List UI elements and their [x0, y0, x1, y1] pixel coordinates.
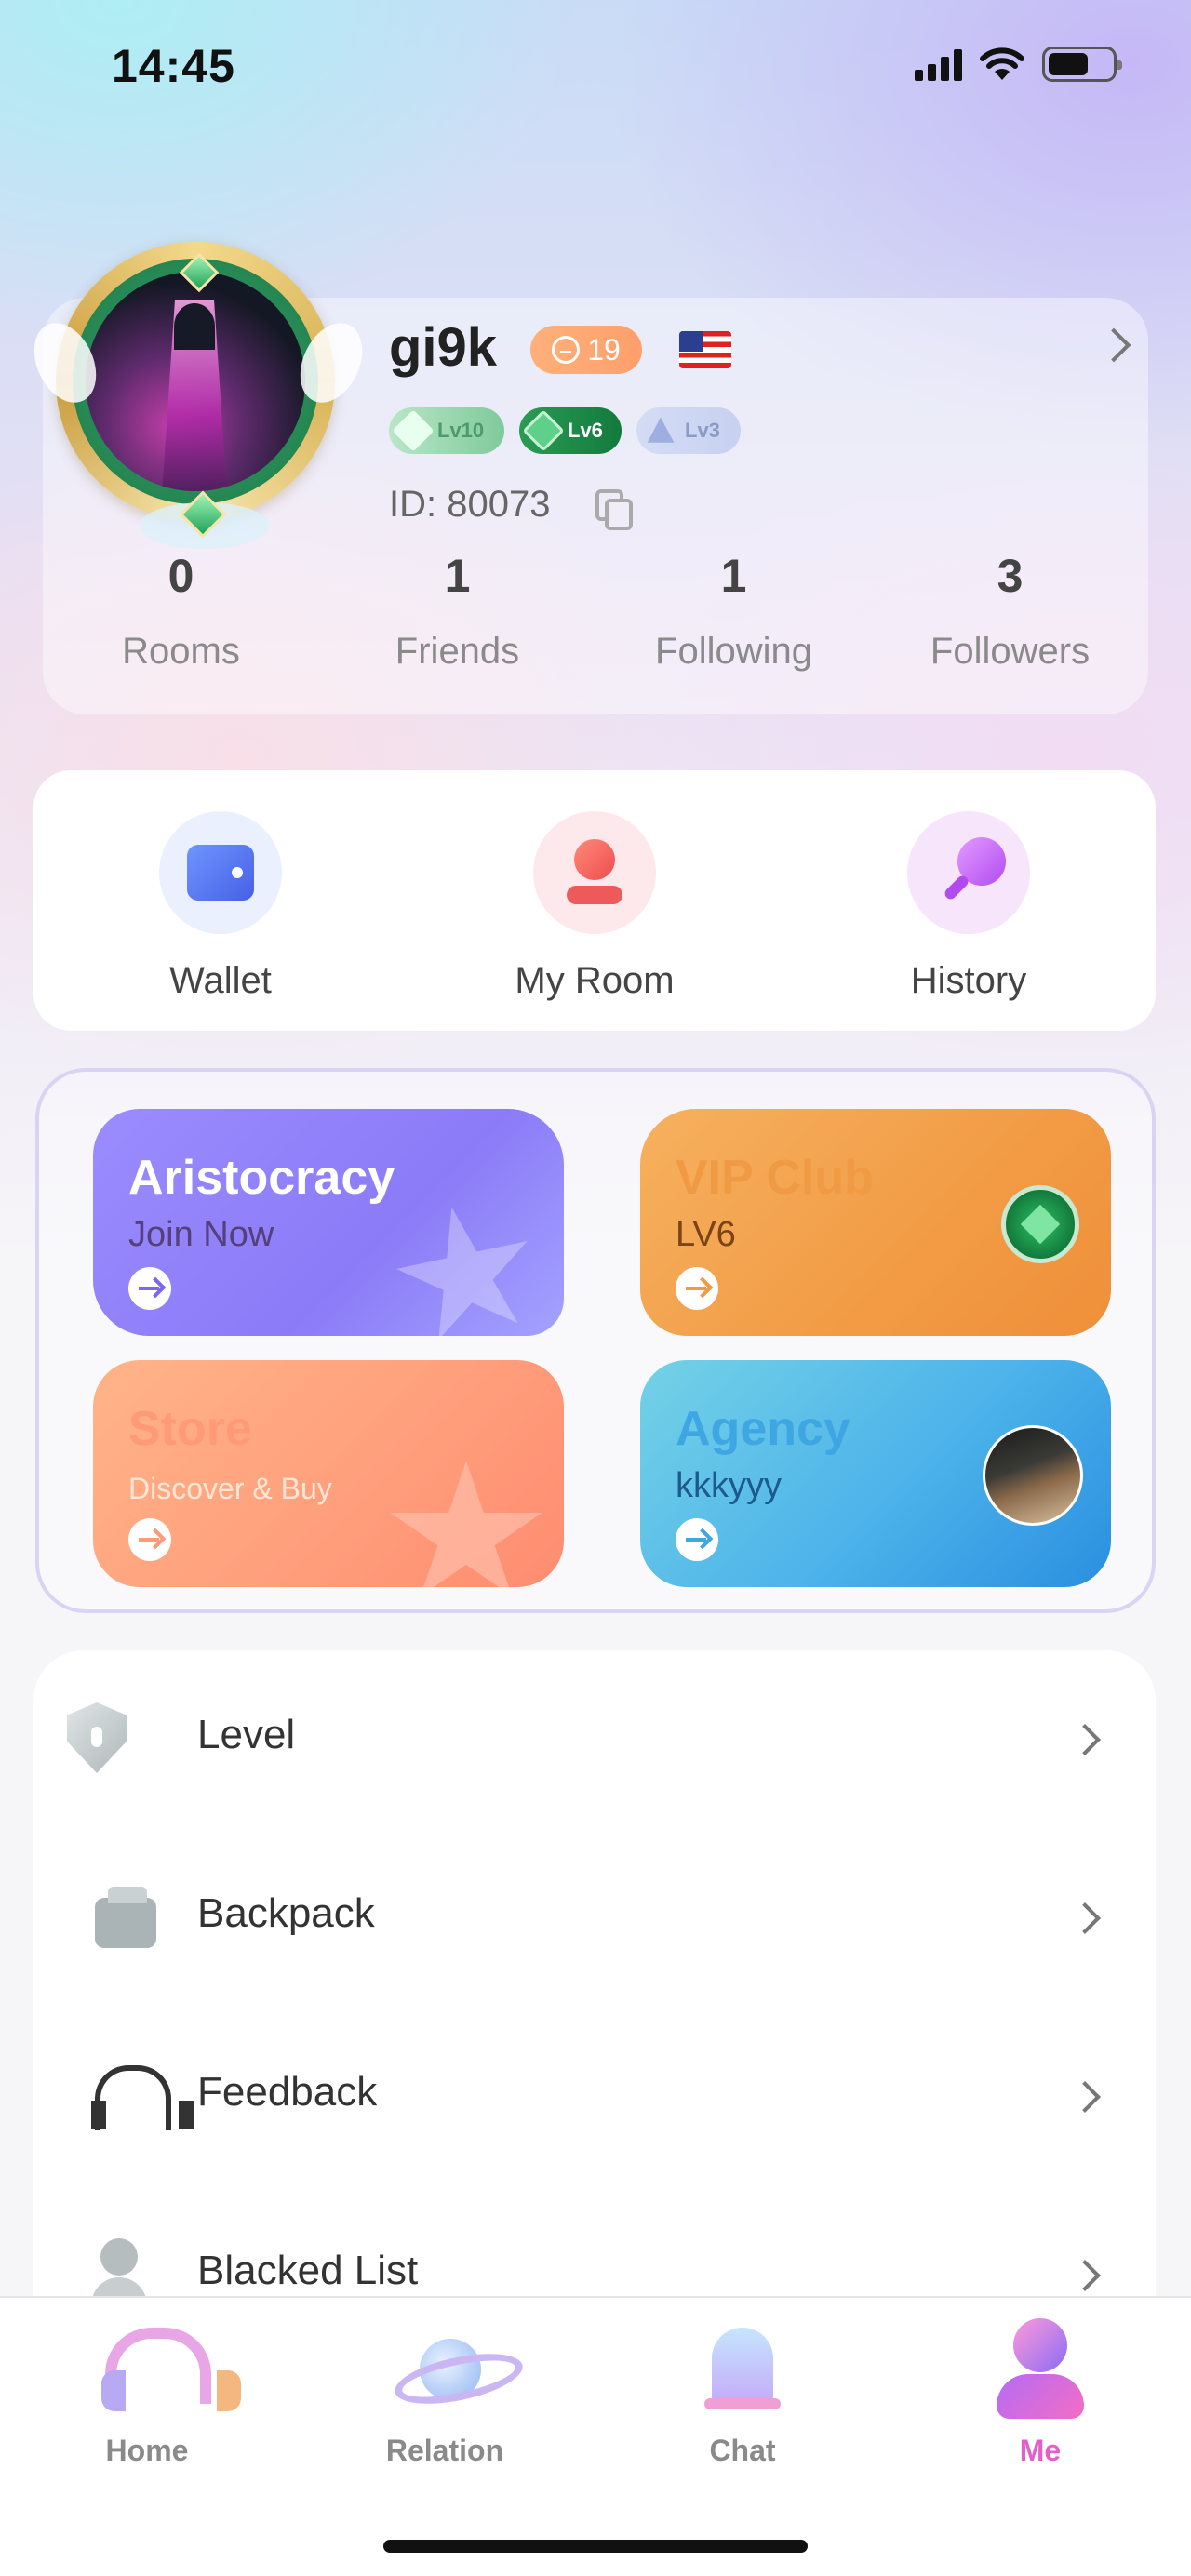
- status-time: 14:45: [112, 40, 235, 92]
- arrow-right-icon: [676, 1267, 718, 1310]
- avatar-photo-arch: [174, 303, 215, 350]
- tab-me[interactable]: Me: [947, 2318, 1133, 2468]
- stat-value: 0: [167, 550, 194, 602]
- agency-avatar: [983, 1425, 1083, 1526]
- aristocracy-title: Aristocracy: [128, 1151, 395, 1205]
- signal-icon: [915, 47, 962, 81]
- headphones-icon: [96, 2318, 241, 2421]
- stat-label: Friends: [395, 631, 520, 672]
- star-mascot-icon: [390, 1461, 542, 1587]
- charm-level-label: Lv3: [685, 419, 720, 442]
- aristocracy-subtitle: Join Now: [128, 1215, 274, 1254]
- tab-label: Home: [105, 2434, 189, 2467]
- wallet-label: Wallet: [169, 960, 272, 1001]
- level-badges: Lv10 Lv6 Lv3: [389, 407, 741, 454]
- menu-item-feedback[interactable]: Feedback: [33, 2008, 1156, 2186]
- menu-item-backpack[interactable]: Backpack: [33, 1829, 1156, 2008]
- stat-friends[interactable]: 1 Friends: [319, 549, 596, 673]
- stat-label: Followers: [930, 631, 1091, 672]
- user-icon: [989, 2318, 1091, 2421]
- wifi-icon: [980, 47, 1024, 80]
- wallet-icon: [159, 811, 282, 934]
- menu-item-label: Feedback: [197, 2069, 378, 2115]
- vip-level-badge: Lv6: [519, 407, 622, 454]
- home-indicator[interactable]: [383, 2540, 808, 2553]
- tab-home[interactable]: Home: [54, 2318, 241, 2468]
- tab-relation[interactable]: Relation: [352, 2318, 538, 2468]
- profile-stats: 0 Rooms 1 Friends 1 Following 3 Follower…: [43, 549, 1148, 673]
- quick-actions-card: Wallet My Room History: [33, 770, 1156, 1031]
- tab-chat[interactable]: Chat: [649, 2318, 836, 2468]
- tab-label: Relation: [385, 2434, 504, 2467]
- shield-keyhole: [91, 1727, 102, 1747]
- store-title: Store: [128, 1402, 252, 1456]
- stat-value: 1: [720, 550, 747, 602]
- stat-value: 3: [997, 550, 1024, 602]
- store-card[interactable]: Store Discover & Buy: [93, 1360, 564, 1587]
- arrow-right-icon: [128, 1518, 171, 1561]
- settings-menu: Level Backpack Feedback Blacked List: [33, 1650, 1156, 2339]
- bell-icon: [691, 2318, 794, 2421]
- stat-followers[interactable]: 3 Followers: [872, 549, 1148, 673]
- history-icon: [907, 811, 1030, 934]
- my-room-button[interactable]: My Room: [408, 770, 782, 1031]
- vip-club-card[interactable]: VIP Club LV6: [640, 1109, 1111, 1336]
- stat-rooms[interactable]: 0 Rooms: [43, 549, 319, 673]
- status-icons: [915, 47, 1122, 82]
- chevron-right-icon: [1069, 1724, 1101, 1755]
- us-flag-icon: [679, 331, 731, 368]
- my-room-icon: [533, 811, 656, 934]
- username: gi9k: [389, 317, 498, 378]
- tab-label: Chat: [709, 2434, 776, 2467]
- chevron-right-icon: [1069, 2081, 1101, 2113]
- aristocracy-card[interactable]: Aristocracy Join Now: [93, 1109, 564, 1336]
- arrow-right-icon: [676, 1518, 718, 1561]
- triangle-icon: [647, 417, 675, 443]
- stat-label: Rooms: [122, 631, 240, 672]
- planet-icon: [394, 2318, 496, 2421]
- vip-club-subtitle: LV6: [676, 1215, 736, 1254]
- copy-icon[interactable]: [596, 489, 636, 530]
- menu-item-label: Level: [197, 1712, 296, 1757]
- vip-level-label: Lv6: [568, 419, 603, 442]
- arrow-right-icon: [128, 1267, 171, 1310]
- emerald-icon: [522, 409, 565, 452]
- history-label: History: [910, 960, 1027, 1001]
- backpack-icon: [91, 1881, 162, 1952]
- history-button[interactable]: History: [782, 770, 1156, 1031]
- store-subtitle: Discover & Buy: [128, 1472, 332, 1505]
- wealth-level-badge: Lv10: [389, 407, 504, 454]
- diamond-icon: [392, 409, 435, 452]
- stat-following[interactable]: 1 Following: [596, 549, 872, 673]
- my-room-label: My Room: [515, 960, 675, 1001]
- crown-decoration-icon: [383, 1193, 549, 1336]
- face-icon: [552, 336, 581, 364]
- menu-item-label: Blacked List: [197, 2248, 419, 2293]
- chevron-right-icon: [1069, 1902, 1101, 1934]
- user-id: ID: 80073: [389, 484, 551, 525]
- charm-level-badge: Lv3: [636, 407, 741, 454]
- avatar-photo: [86, 272, 305, 491]
- wallet-button[interactable]: Wallet: [33, 770, 408, 1031]
- age-badge: 19: [530, 326, 642, 374]
- wealth-level-label: Lv10: [437, 419, 485, 442]
- agency-title: Agency: [676, 1402, 850, 1456]
- battery-icon: [1042, 47, 1122, 82]
- headphones-icon: [91, 2060, 194, 2130]
- stat-value: 1: [444, 550, 471, 602]
- agency-card[interactable]: Agency kkkyyy: [640, 1360, 1111, 1587]
- bottom-tab-bar: Home Relation Chat Me: [0, 2296, 1191, 2576]
- menu-item-label: Backpack: [197, 1890, 375, 1936]
- chevron-right-icon: [1069, 2260, 1101, 2291]
- vip-medal-icon: [1001, 1185, 1079, 1263]
- tab-label: Me: [1019, 2434, 1062, 2467]
- agency-subtitle: kkkyyy: [676, 1466, 782, 1505]
- vip-club-title: VIP Club: [676, 1151, 874, 1205]
- stat-label: Following: [655, 631, 812, 672]
- age-value: 19: [587, 332, 621, 367]
- menu-item-level[interactable]: Level: [33, 1650, 1156, 1829]
